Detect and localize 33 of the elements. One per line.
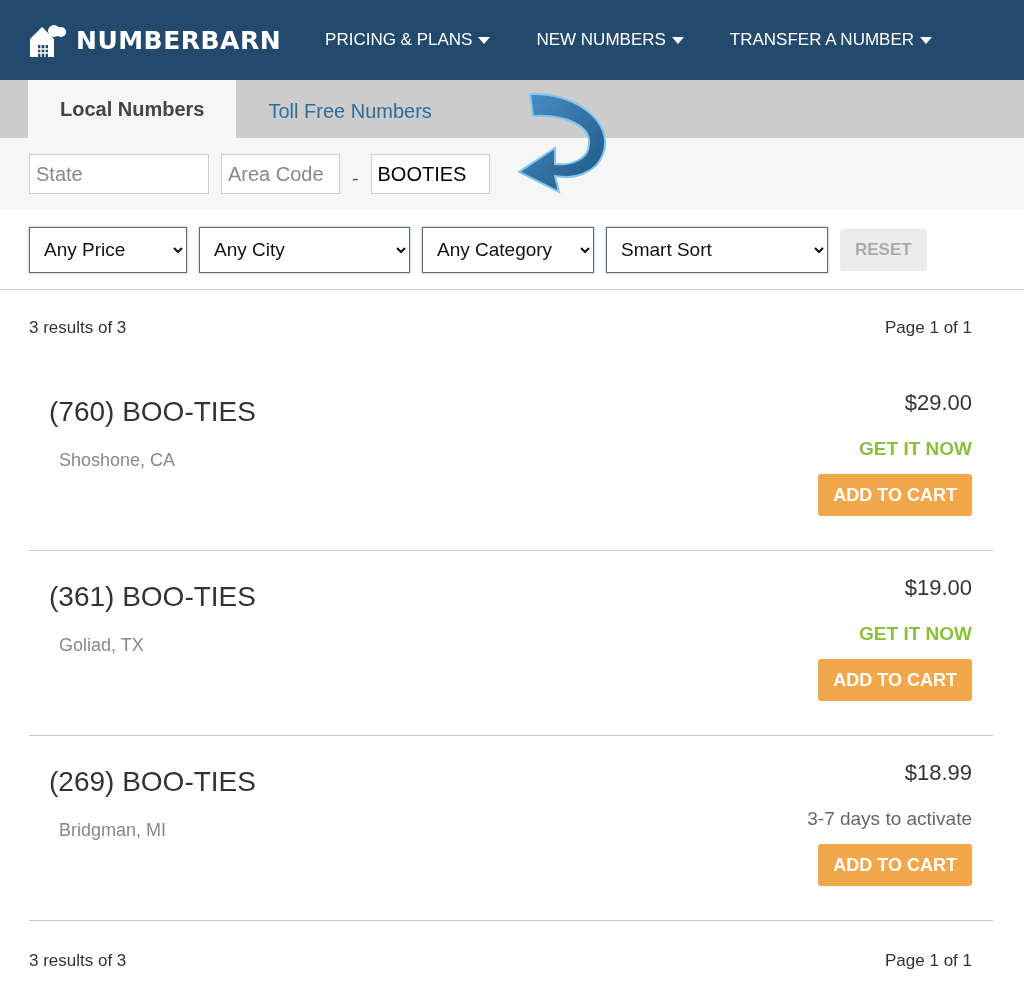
word-field[interactable]: BOOTIES — [370, 154, 490, 194]
nav-link[interactable]: TRANSFER A NUMBER — [729, 30, 933, 50]
phone-number: (361) BOO-TIES — [49, 581, 256, 613]
price-text: $18.99 — [904, 760, 972, 786]
results-count: 3 results of 3 — [29, 318, 127, 338]
price-text: $29.00 — [904, 390, 972, 416]
search-tab[interactable]: Toll Free Numbers — [236, 84, 464, 138]
caret-icon — [671, 36, 684, 44]
location-text: Shoshone, CA — [58, 450, 177, 471]
search-tab[interactable]: Local Numbers — [28, 80, 237, 138]
area-code-field[interactable]: Area Code — [221, 154, 340, 194]
filter-select[interactable]: Any Category — [422, 226, 594, 273]
phone-number: (269) BOO-TIES — [49, 766, 256, 798]
availability-text: GET IT NOW — [859, 438, 972, 460]
page-indicator: Page 1 of 1 — [885, 318, 972, 338]
filter-select[interactable]: Any City — [199, 226, 410, 273]
separator-text: - — [352, 166, 359, 188]
filter-select[interactable]: Any Price — [29, 226, 187, 273]
caret-icon — [920, 36, 933, 44]
nav-link[interactable]: NEW NUMBERS — [536, 30, 684, 50]
location-text: Goliad, TX — [58, 635, 145, 656]
phone-number: (760) BOO-TIES — [49, 396, 256, 428]
price-text: $19.00 — [904, 575, 972, 601]
nav-link[interactable]: PRICING & PLANS — [325, 30, 491, 50]
page-indicator: Page 1 of 1 — [885, 951, 972, 971]
caret-icon — [478, 36, 491, 44]
logo-text: NUMBERBARN — [76, 25, 282, 55]
state-field[interactable]: State — [29, 154, 209, 194]
results-count: 3 results of 3 — [29, 951, 127, 971]
availability-text: GET IT NOW — [859, 623, 972, 645]
location-text: Bridgman, MI — [58, 820, 168, 841]
filter-select[interactable]: Smart Sort — [606, 226, 828, 273]
availability-text: 3-7 days to activate — [807, 808, 972, 830]
